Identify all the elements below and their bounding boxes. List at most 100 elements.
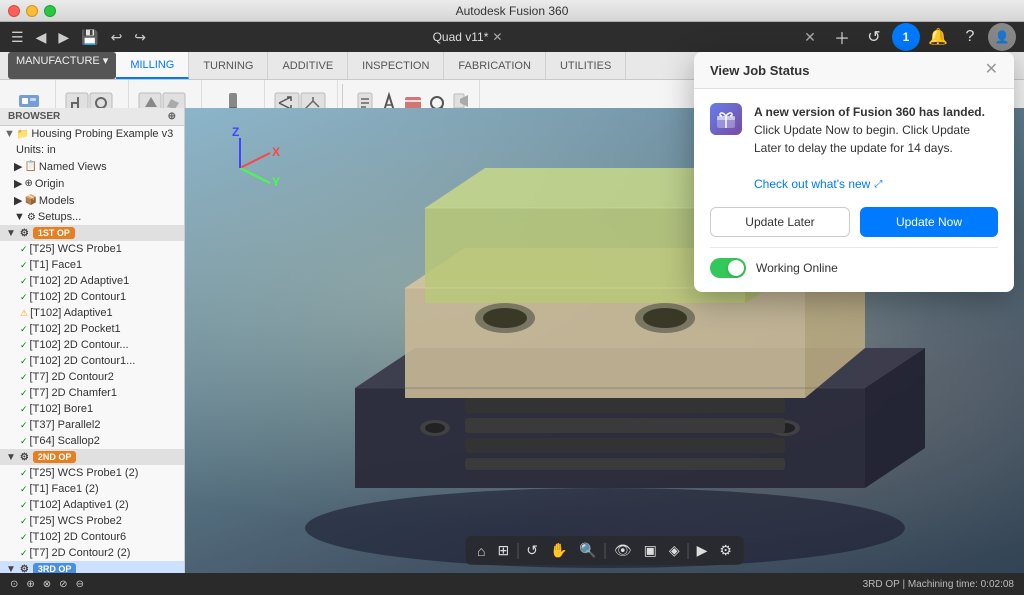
sidebar-origin[interactable]: ▶ ⊕ Origin (0, 175, 184, 192)
status-bar: ⊙ ⊕ ⊗ ⊘ ⊖ 3RD OP | Machining time: 0:02:… (0, 573, 1024, 595)
update-now-button[interactable]: Update Now (860, 207, 998, 237)
help-icon[interactable]: ? (956, 23, 984, 51)
vp-sim-icon[interactable]: ▶ (693, 540, 712, 561)
sidebar-face1[interactable]: ✓ [T1] Face1 (0, 257, 184, 273)
vp-fit-icon[interactable]: ⊞ (493, 540, 513, 561)
status-icon-5[interactable]: ⊖ (76, 579, 84, 590)
minimize-button[interactable] (26, 5, 38, 17)
sidebar-adaptive1-b[interactable]: ⚠ [T102] Adaptive1 (0, 305, 184, 321)
sidebar-project[interactable]: ▼ 📁 Housing Probing Example v3 (0, 126, 184, 142)
popup-update-row: A new version of Fusion 360 has landed. … (710, 103, 998, 193)
svg-text:Z: Z (232, 125, 239, 139)
vp-display-icon[interactable]: ▣ (640, 540, 661, 561)
forward-button[interactable]: ▶ (55, 26, 72, 49)
undo-button[interactable]: ↩ (108, 26, 126, 49)
sidebar-models[interactable]: ▶ 📦 Models (0, 192, 184, 209)
redo-button[interactable]: ↪ (131, 26, 149, 49)
title-bar: Autodesk Fusion 360 (0, 0, 1024, 22)
sidebar-bore1[interactable]: ✓ [T102] Bore1 (0, 401, 184, 417)
tab-turning[interactable]: TURNING (189, 52, 268, 79)
external-link-icon: ⤢ (874, 177, 882, 192)
sidebar-contour1[interactable]: ✓ [T102] 2D Contour1 (0, 289, 184, 305)
popup-divider (710, 247, 998, 248)
vp-zoom-icon[interactable]: 🔍 (575, 540, 600, 561)
sidebar-face1-2[interactable]: ✓ [T1] Face1 (2) (0, 481, 184, 497)
sidebar-adaptive1[interactable]: ✓ [T102] 2D Adaptive1 (0, 273, 184, 289)
toolbar-icon-left[interactable]: ☰ (8, 26, 27, 49)
sidebar-wcs-probe1[interactable]: ✓ [T25] WCS Probe1 (0, 241, 184, 257)
sync-icon[interactable]: ↺ (860, 23, 888, 51)
vp-settings-icon[interactable]: ⚙ (715, 540, 736, 561)
sidebar-section-1st-op[interactable]: ▼ ⚙ 1ST OP (0, 225, 184, 241)
sidebar-scallop2[interactable]: ✓ [T64] Scallop2 (0, 433, 184, 449)
vp-home-icon[interactable]: ⌂ (473, 541, 489, 561)
window-title: Autodesk Fusion 360 (456, 4, 569, 18)
app-toolbar-row: ☰ ◀ ▶ 💾 ↩ ↪ Quad v11* ✕ ✕ ＋ ↺ 1 🔔 ? 👤 (0, 22, 1024, 52)
vp-view-icon[interactable]: 👁 (610, 540, 636, 561)
status-icon-2[interactable]: ⊕ (26, 579, 34, 590)
popup-whats-new-link[interactable]: Check out what's new ⤢ (754, 175, 882, 193)
viewport-toolbar-bottom: ⌂ ⊞ ↺ ✋ 🔍 👁 ▣ ◈ ▶ ⚙ (465, 536, 744, 565)
status-icon-3[interactable]: ⊗ (43, 579, 51, 590)
maximize-button[interactable] (44, 5, 56, 17)
vp-pan-icon[interactable]: ✋ (546, 540, 571, 561)
sidebar-wcs-probe1-2[interactable]: ✓ [T25] WCS Probe1 (2) (0, 465, 184, 481)
sidebar-adaptive1-2[interactable]: ✓ [T102] Adaptive1 (2) (0, 497, 184, 513)
folder-icon: 📁 (17, 129, 29, 140)
sidebar-header: BROWSER ⊕ (0, 108, 184, 126)
tab-additive[interactable]: ADDITIVE (268, 52, 348, 79)
close-panel-icon[interactable]: ✕ (796, 23, 824, 51)
status-icon-1[interactable]: ⊙ (10, 579, 18, 590)
window-controls[interactable] (8, 5, 56, 17)
popup-title: View Job Status (710, 63, 809, 78)
sidebar-contour2-2[interactable]: ✓ [T7] 2D Contour2 (2) (0, 545, 184, 561)
section-badge-2nd: 2ND OP (33, 451, 77, 463)
save-button[interactable]: 💾 (78, 26, 101, 49)
popup-online-row: Working Online (710, 258, 998, 278)
close-button[interactable] (8, 5, 20, 17)
sidebar-setups[interactable]: ▼ ⚙ Setups... (0, 209, 184, 225)
status-icon-4[interactable]: ⊘ (59, 579, 67, 590)
sidebar-expand-icon[interactable]: ⊕ (168, 111, 176, 122)
manufacture-dropdown[interactable]: MANUFACTURE ▾ (8, 52, 116, 79)
sidebar: BROWSER ⊕ ▼ 📁 Housing Probing Example v3… (0, 108, 185, 573)
back-button[interactable]: ◀ (33, 26, 50, 49)
sidebar-section-2nd-op[interactable]: ▼ ⚙ 2ND OP (0, 449, 184, 465)
sidebar-wcs-probe2[interactable]: ✓ [T25] WCS Probe2 (0, 513, 184, 529)
section-badge-1st: 1ST OP (33, 227, 75, 239)
tab-milling[interactable]: MILLING (116, 52, 189, 79)
svg-text:Y: Y (272, 175, 280, 189)
sidebar-units: Units: in (0, 142, 184, 158)
add-icon[interactable]: ＋ (828, 23, 856, 51)
vp-orbit-icon[interactable]: ↺ (522, 540, 542, 561)
tab-inspection[interactable]: INSPECTION (348, 52, 444, 79)
tab-utilities[interactable]: UTILITIES (546, 52, 626, 79)
app-close[interactable]: ✕ (492, 30, 502, 44)
popup-update-text: A new version of Fusion 360 has landed. … (754, 103, 998, 193)
popup-actions: Update Later Update Now (710, 207, 998, 237)
notification-count[interactable]: 1 (892, 23, 920, 51)
bell-icon[interactable]: 🔔 (924, 23, 952, 51)
tab-fabrication[interactable]: FABRICATION (444, 52, 546, 79)
sidebar-contour6[interactable]: ✓ [T102] 2D Contour6 (0, 529, 184, 545)
popup-gift-icon (710, 103, 742, 135)
popup-header: View Job Status ✕ (694, 52, 1014, 89)
sidebar-contour-l1[interactable]: ✓ [T102] 2D Contour... (0, 337, 184, 353)
update-later-button[interactable]: Update Later (710, 207, 850, 237)
user-avatar[interactable]: 👤 (988, 23, 1016, 51)
sidebar-pocket1[interactable]: ✓ [T102] 2D Pocket1 (0, 321, 184, 337)
online-status-label: Working Online (756, 261, 838, 275)
sidebar-scroll[interactable]: ▼ 📁 Housing Probing Example v3 Units: in… (0, 126, 184, 573)
sidebar-contour2[interactable]: ✓ [T7] 2D Contour2 (0, 369, 184, 385)
vp-render-icon[interactable]: ◈ (665, 540, 684, 561)
sidebar-section-3rd-op[interactable]: ▼ ⚙ 3RD OP (0, 561, 184, 573)
app-name[interactable]: Quad v11* (433, 30, 489, 44)
update-popup: View Job Status ✕ A new version of Fusio… (694, 52, 1014, 292)
online-toggle[interactable] (710, 258, 746, 278)
sidebar-contour1b[interactable]: ✓ [T102] 2D Contour1... (0, 353, 184, 369)
sidebar-named-views[interactable]: ▶ 📋 Named Views (0, 158, 184, 175)
status-right-text: 3RD OP | Machining time: 0:02:08 (863, 579, 1014, 590)
sidebar-chamfer1[interactable]: ✓ [T7] 2D Chamfer1 (0, 385, 184, 401)
popup-close-button[interactable]: ✕ (985, 62, 998, 78)
sidebar-parallel2[interactable]: ✓ [T37] Parallel2 (0, 417, 184, 433)
